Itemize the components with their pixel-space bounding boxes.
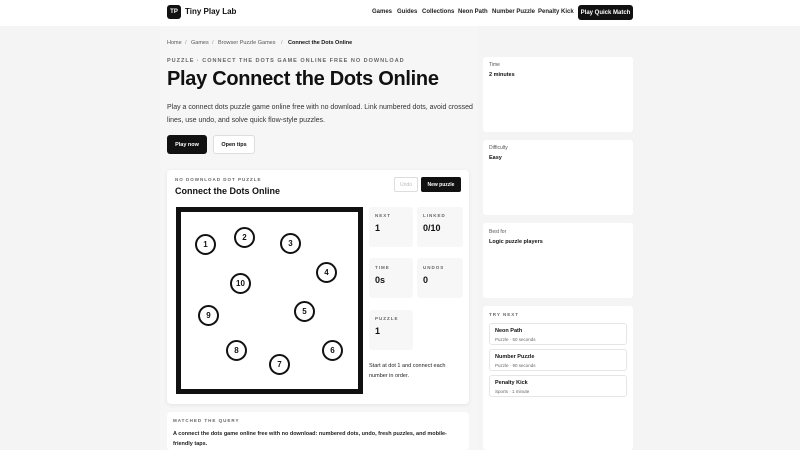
stat-puzzle: PUZZLE 1 xyxy=(375,316,399,336)
dot[interactable]: 10 xyxy=(230,273,251,294)
info-card-difficulty xyxy=(483,140,633,215)
logo-icon[interactable]: TP xyxy=(167,5,181,19)
try-next-label: TRY NEXT xyxy=(489,312,520,317)
breadcrumb-current: Connect the Dots Online xyxy=(288,40,353,46)
try-next-card-neon-path[interactable]: Neon Path Puzzle · 50 seconds xyxy=(489,323,627,345)
stat-value: 0s xyxy=(375,275,386,285)
dot[interactable]: 1 xyxy=(195,234,216,255)
undo-button[interactable]: Undo xyxy=(394,177,418,192)
breadcrumb-separator: / xyxy=(281,40,283,46)
try-next-name: Number Puzzle xyxy=(495,354,535,360)
new-puzzle-button[interactable]: New puzzle xyxy=(421,177,461,192)
dot[interactable]: 6 xyxy=(322,340,343,361)
nav-games[interactable]: Games xyxy=(372,9,392,15)
matched-kicker: MATCHED THE QUERY xyxy=(173,418,240,423)
difficulty-value: Easy xyxy=(489,155,502,161)
page-title: Play Connect the Dots Online xyxy=(167,68,439,90)
nav-guides[interactable]: Guides xyxy=(397,9,417,15)
game-title: Connect the Dots Online xyxy=(175,186,281,196)
matched-text: A connect the dots game online free with… xyxy=(173,431,447,447)
game-kicker: NO DOWNLOAD DOT PUZZLE xyxy=(175,177,262,182)
dot[interactable]: 4 xyxy=(316,262,337,283)
nav-penalty-kick[interactable]: Penalty Kick xyxy=(538,9,574,15)
breadcrumb-browser-puzzle-games[interactable]: Browser Puzzle Games xyxy=(218,40,275,46)
try-next-meta: Puzzle · 50 seconds xyxy=(495,337,536,342)
stat-label: PUZZLE xyxy=(375,316,399,321)
dot[interactable]: 3 xyxy=(280,233,301,254)
try-next-meta: Sports · 1 minute xyxy=(495,389,530,394)
try-next-card-penalty-kick[interactable]: Penalty Kick Sports · 1 minute xyxy=(489,375,627,397)
breadcrumb-games[interactable]: Games xyxy=(191,40,209,46)
stat-value: 0 xyxy=(423,275,429,285)
stat-undos: UNDOS 0 xyxy=(423,265,444,285)
stat-value: 0/10 xyxy=(423,223,441,233)
try-next-name: Neon Path xyxy=(495,328,523,334)
open-tips-button[interactable]: Open tips xyxy=(213,135,255,154)
difficulty-label: Difficulty xyxy=(489,145,508,151)
nav-neon-path[interactable]: Neon Path xyxy=(458,9,488,15)
try-next-card-number-puzzle[interactable]: Number Puzzle Puzzle · 90 seconds xyxy=(489,349,627,371)
dot[interactable]: 2 xyxy=(234,227,255,248)
stat-next: NEXT 1 xyxy=(375,213,391,233)
game-hint: Start at dot 1 and connect each number i… xyxy=(369,363,446,379)
best-for-value: Logic puzzle players xyxy=(489,239,543,245)
best-for-label: Best for xyxy=(489,229,507,235)
info-card-time xyxy=(483,57,633,132)
dot[interactable]: 8 xyxy=(226,340,247,361)
dot[interactable]: 5 xyxy=(294,301,315,322)
stat-value: 1 xyxy=(375,223,381,233)
brand-name[interactable]: Tiny Play Lab xyxy=(185,7,236,16)
time-value: 2 minutes xyxy=(489,72,515,78)
stat-label: LINKED xyxy=(423,213,446,218)
stat-linked: LINKED 0/10 xyxy=(423,213,446,233)
try-next-meta: Puzzle · 90 seconds xyxy=(495,363,536,368)
nav-number-puzzle[interactable]: Number Puzzle xyxy=(492,9,535,15)
time-label: Time xyxy=(489,62,500,68)
play-quick-match-button[interactable]: Play Quick Match xyxy=(578,5,633,20)
game-board[interactable]: 1 2 3 4 10 9 5 8 7 6 xyxy=(176,207,363,394)
play-now-button[interactable]: Play now xyxy=(167,135,207,154)
hero-kicker: PUZZLE · CONNECT THE DOTS GAME ONLINE FR… xyxy=(167,58,405,64)
stat-time: TIME 0s xyxy=(375,265,390,285)
breadcrumb-home[interactable]: Home xyxy=(167,40,182,46)
dot[interactable]: 7 xyxy=(269,354,290,375)
hero-description: Play a connect dots puzzle game online f… xyxy=(167,104,473,124)
stat-value: 1 xyxy=(375,326,381,336)
dot[interactable]: 9 xyxy=(198,305,219,326)
stat-label: NEXT xyxy=(375,213,392,218)
breadcrumb-separator: / xyxy=(185,40,187,46)
try-next-name: Penalty Kick xyxy=(495,380,528,386)
breadcrumb-separator: / xyxy=(212,40,214,46)
stat-label: UNDOS xyxy=(423,265,445,270)
stat-label: TIME xyxy=(375,265,390,270)
nav-collections[interactable]: Collections xyxy=(422,9,454,15)
